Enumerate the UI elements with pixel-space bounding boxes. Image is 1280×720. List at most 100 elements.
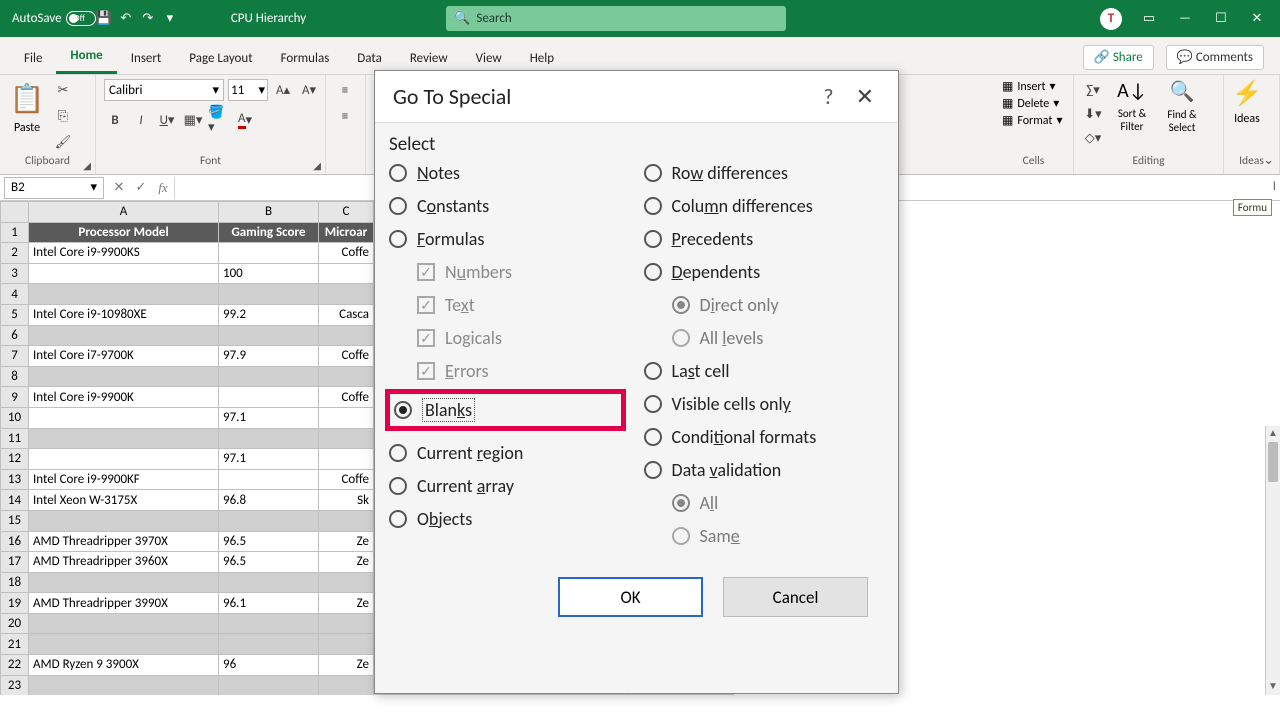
row-header[interactable]: 1 xyxy=(1,222,29,243)
redo-icon[interactable]: ↷ xyxy=(137,8,159,30)
row-header[interactable]: 9 xyxy=(1,387,29,408)
cell[interactable] xyxy=(319,613,374,634)
select-all-corner[interactable] xyxy=(1,202,29,223)
cell[interactable]: 96 xyxy=(219,655,319,676)
cell[interactable] xyxy=(319,407,374,428)
cell[interactable] xyxy=(29,325,219,346)
cell[interactable] xyxy=(29,634,219,655)
cell[interactable] xyxy=(219,510,319,531)
autosave-toggle[interactable]: AutoSave Off xyxy=(12,11,85,26)
ribbon-display-icon[interactable]: ▭ xyxy=(1140,10,1158,28)
find-select-label[interactable]: Find & Select xyxy=(1160,108,1204,134)
option-dependents[interactable]: Dependents xyxy=(644,261,881,283)
row-header[interactable]: 4 xyxy=(1,284,29,305)
collapse-ribbon-icon[interactable]: ⌄ xyxy=(1263,153,1274,168)
cell[interactable]: Intel Core i9-9900K xyxy=(29,387,219,408)
cell[interactable] xyxy=(319,449,374,470)
bold-icon[interactable]: B xyxy=(104,109,126,131)
minimize-icon[interactable]: — xyxy=(1176,10,1194,28)
cell[interactable] xyxy=(219,366,319,387)
sort-filter-icon[interactable]: A↓ xyxy=(1117,79,1147,103)
cell[interactable]: AMD Threadripper 3960X xyxy=(29,552,219,573)
cell[interactable]: Intel Core i7-9700K xyxy=(29,346,219,367)
cell[interactable]: Coffe xyxy=(319,469,374,490)
cell[interactable]: 96.5 xyxy=(219,552,319,573)
underline-icon[interactable]: U▾ xyxy=(156,109,178,131)
font-launcher-icon[interactable]: ◢ xyxy=(313,159,321,172)
cell[interactable] xyxy=(219,613,319,634)
cell[interactable]: Ze xyxy=(319,655,374,676)
align-top-icon[interactable]: ≡ xyxy=(334,79,356,101)
row-header[interactable]: 15 xyxy=(1,510,29,531)
cell[interactable]: 100 xyxy=(219,263,319,284)
find-select-icon[interactable]: 🔍 xyxy=(1170,79,1195,104)
cell[interactable] xyxy=(219,325,319,346)
cell[interactable]: Coffe xyxy=(319,243,374,264)
clear-icon[interactable]: ◇▾ xyxy=(1082,127,1104,149)
cell[interactable]: 97.1 xyxy=(219,407,319,428)
cell[interactable] xyxy=(219,469,319,490)
font-name-combo[interactable]: Calibri▾ xyxy=(104,79,224,101)
row-header[interactable]: 14 xyxy=(1,490,29,511)
cell[interactable]: Ze xyxy=(319,593,374,614)
dialog-close-icon[interactable]: ✕ xyxy=(850,83,880,110)
borders-icon[interactable]: ▦▾ xyxy=(182,109,204,131)
cell[interactable] xyxy=(219,387,319,408)
insert-function-icon[interactable]: fx xyxy=(152,177,174,199)
option-last-cell[interactable]: Last cell xyxy=(644,360,881,382)
user-avatar[interactable]: T xyxy=(1100,8,1122,30)
tab-page-layout[interactable]: Page Layout xyxy=(175,43,266,74)
row-header[interactable]: 7 xyxy=(1,346,29,367)
cell[interactable] xyxy=(319,634,374,655)
cell[interactable] xyxy=(29,428,219,449)
cell[interactable] xyxy=(319,675,374,695)
row-header[interactable]: 16 xyxy=(1,531,29,552)
fill-color-icon[interactable]: 🪣▾ xyxy=(208,109,230,131)
option-constants[interactable]: Constants xyxy=(389,195,626,217)
row-header[interactable]: 22 xyxy=(1,655,29,676)
autosum-icon[interactable]: ∑▾ xyxy=(1082,79,1104,101)
option-objects[interactable]: Objects xyxy=(389,508,626,530)
cell[interactable]: 96.5 xyxy=(219,531,319,552)
paste-label[interactable]: Paste xyxy=(14,121,40,135)
increase-font-icon[interactable]: A▴ xyxy=(272,79,294,101)
decrease-font-icon[interactable]: A▾ xyxy=(298,79,320,101)
scroll-thumb[interactable] xyxy=(1268,442,1278,482)
option-formulas[interactable]: Formulas xyxy=(389,228,626,250)
comments-button[interactable]: 💬 Comments xyxy=(1166,45,1264,70)
search-box[interactable]: 🔍 Search xyxy=(446,6,786,31)
name-box[interactable]: B2▾ xyxy=(4,177,104,199)
row-header[interactable]: 10 xyxy=(1,407,29,428)
copy-icon[interactable]: ⎘ xyxy=(52,105,74,127)
tab-formulas[interactable]: Formulas xyxy=(267,43,344,74)
enter-formula-icon[interactable]: ✓ xyxy=(130,177,152,199)
cell[interactable] xyxy=(219,428,319,449)
cell[interactable]: 97.1 xyxy=(219,449,319,470)
row-header[interactable]: 20 xyxy=(1,613,29,634)
tab-home[interactable]: Home xyxy=(56,40,116,74)
italic-icon[interactable]: I xyxy=(130,109,152,131)
row-header[interactable]: 5 xyxy=(1,304,29,325)
row-header[interactable]: 8 xyxy=(1,366,29,387)
dialog-help-icon[interactable]: ? xyxy=(807,83,849,110)
cells-format-button[interactable]: ▦ Format ▾ xyxy=(1002,113,1062,128)
row-header[interactable]: 11 xyxy=(1,428,29,449)
cell[interactable]: Intel Xeon W-3175X xyxy=(29,490,219,511)
cell[interactable] xyxy=(29,449,219,470)
cell[interactable]: Coffe xyxy=(319,346,374,367)
cell[interactable] xyxy=(219,634,319,655)
paste-icon[interactable]: 📋 xyxy=(8,79,46,117)
option-current-array[interactable]: Current array xyxy=(389,475,626,497)
cell[interactable] xyxy=(319,263,374,284)
ok-button[interactable]: OK xyxy=(558,577,703,617)
cell[interactable]: 99.2 xyxy=(219,304,319,325)
cell[interactable] xyxy=(219,284,319,305)
cell[interactable]: Sk xyxy=(319,490,374,511)
font-size-combo[interactable]: 11▾ xyxy=(228,79,268,101)
clipboard-launcher-icon[interactable]: ◢ xyxy=(83,159,91,172)
row-header[interactable]: 6 xyxy=(1,325,29,346)
cell[interactable]: 96.8 xyxy=(219,490,319,511)
customize-qat-icon[interactable]: ▾ xyxy=(159,8,181,30)
close-window-icon[interactable]: ✕ xyxy=(1248,10,1266,28)
cell[interactable] xyxy=(319,428,374,449)
